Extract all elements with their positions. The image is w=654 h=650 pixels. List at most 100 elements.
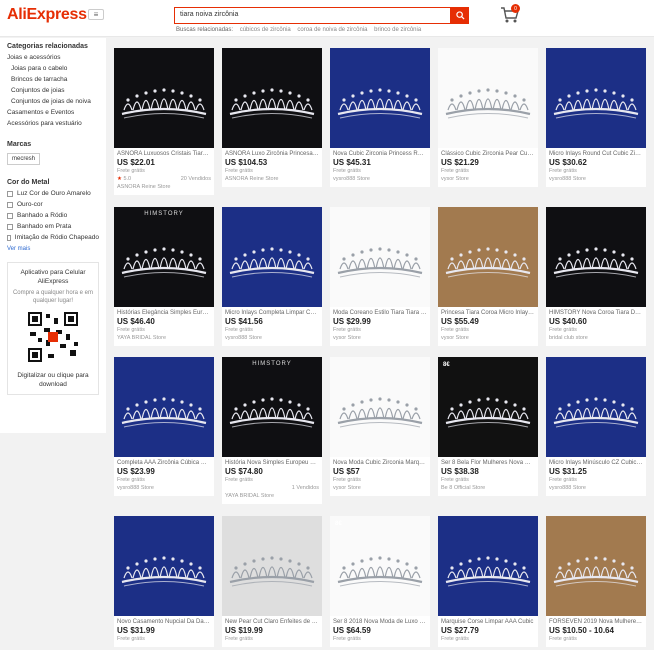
store-name[interactable]: YAYA BRIDAL Store: [114, 334, 214, 346]
related-search-link[interactable]: cúbicos de zircônia: [240, 27, 291, 33]
product-image[interactable]: [114, 357, 214, 457]
product-card[interactable]: Marquise Corse Limpar AAA Cubic US $27.79…: [438, 516, 538, 647]
product-image[interactable]: [222, 207, 322, 307]
product-image[interactable]: [438, 207, 538, 307]
store-name[interactable]: [438, 643, 538, 647]
product-image[interactable]: 8€: [438, 357, 538, 457]
store-name[interactable]: vysor Store: [330, 484, 430, 496]
categories-menu-icon[interactable]: ≡: [88, 9, 104, 20]
product-image[interactable]: [546, 48, 646, 148]
product-card[interactable]: 8€ Ser 8 2018 Nova Moda de Luxo MulheresU…: [330, 516, 430, 647]
product-image[interactable]: [222, 516, 322, 616]
product-card[interactable]: New Pear Cut Claro Enfeites de Cabelo US …: [222, 516, 322, 647]
product-title[interactable]: Ser 8 Bela Flor Mulheres Nova Olivine: [438, 457, 538, 467]
checkbox[interactable]: [7, 212, 13, 219]
product-card[interactable]: HIMSTORY História Nova Simples Europeu Co…: [222, 357, 322, 504]
product-card[interactable]: HIMSTORY Nova Coroa Tiara Da Corte US $40…: [546, 207, 646, 346]
store-name[interactable]: YAYA BRIDAL Store: [222, 492, 322, 504]
metal-color-option[interactable]: Ouro-cor: [7, 199, 99, 210]
store-name[interactable]: [330, 643, 430, 647]
product-image[interactable]: [222, 48, 322, 148]
product-image[interactable]: [114, 48, 214, 148]
product-card[interactable]: HIMSTORY Histórias Elegância Simples Euro…: [114, 207, 214, 346]
product-card[interactable]: FORSEVEN 2019 Nova Mulheres DouradoUS $1…: [546, 516, 646, 647]
store-name[interactable]: vysro888 Store: [222, 334, 322, 346]
product-title[interactable]: Nova Moda Cubic Zirconia Marquise: [330, 457, 430, 467]
see-more-link[interactable]: Ver mais: [7, 246, 99, 252]
product-title[interactable]: ASNORA Luxuosos Cristais Tiara nupcial: [114, 148, 214, 158]
product-card[interactable]: ASNORA Luxo Zircônia Princesa Coroa US $1…: [222, 48, 322, 187]
related-search-link[interactable]: brinco de zircônia: [374, 27, 421, 33]
category-link[interactable]: Joias e acessórios: [7, 52, 99, 63]
category-link[interactable]: Joias para o cabelo: [7, 63, 99, 74]
product-image[interactable]: HIMSTORY: [222, 357, 322, 457]
product-title[interactable]: Micro Inlays Completa Limpar Cubic: [222, 307, 322, 317]
store-name[interactable]: vysor Store: [438, 175, 538, 187]
product-title[interactable]: Micro Inlays Round Cut Cubic Zirconia: [546, 148, 646, 158]
category-link[interactable]: Acessórios para vestuário: [7, 118, 99, 129]
checkbox[interactable]: [7, 190, 13, 197]
product-card[interactable]: Micro Inlays Round Cut Cubic Zirconia US …: [546, 48, 646, 187]
metal-color-option[interactable]: Luz Cor de Ouro Amarelo: [7, 188, 99, 199]
product-image[interactable]: [438, 516, 538, 616]
store-name[interactable]: [222, 643, 322, 647]
metal-color-option[interactable]: Banhado em Prata: [7, 221, 99, 232]
product-card[interactable]: ASNORA Luxuosos Cristais Tiara nupcialUS…: [114, 48, 214, 195]
category-link[interactable]: Conjuntos de joias de noiva: [7, 96, 99, 107]
product-title[interactable]: Micro Inlays Minúsculo CZ Cubic Zircônia: [546, 457, 646, 467]
product-title[interactable]: Nova Cubic Zirconia Princess Royal Tiara: [330, 148, 430, 158]
product-card[interactable]: Clássico Cubic Zirconia Pear Cut Zircôni…: [438, 48, 538, 187]
product-image[interactable]: 8€: [330, 516, 430, 616]
store-name[interactable]: vysro888 Store: [546, 175, 646, 187]
product-image[interactable]: [546, 516, 646, 616]
product-image[interactable]: [114, 516, 214, 616]
product-image[interactable]: [546, 207, 646, 307]
product-title[interactable]: HIMSTORY Nova Coroa Tiara Da Corte: [546, 307, 646, 317]
product-image[interactable]: [546, 357, 646, 457]
product-title[interactable]: Marquise Corse Limpar AAA Cubic: [438, 616, 538, 626]
product-title[interactable]: História Nova Simples Europeu Coroa: [222, 457, 322, 467]
store-name[interactable]: bridal club store: [546, 334, 646, 346]
store-name[interactable]: [114, 643, 214, 647]
store-name[interactable]: Be 8 Official Store: [438, 484, 538, 496]
product-title[interactable]: New Pear Cut Claro Enfeites de Cabelo: [222, 616, 322, 626]
qr-code-icon[interactable]: [26, 310, 80, 364]
product-card[interactable]: Micro Inlays Completa Limpar Cubic US $41…: [222, 207, 322, 346]
store-name[interactable]: vysor Store: [330, 334, 430, 346]
product-title[interactable]: Histórias Elegância Simples Europeia: [114, 307, 214, 317]
store-name[interactable]: vysro888 Store: [546, 484, 646, 496]
metal-color-option[interactable]: Banhado a Ródio: [7, 210, 99, 221]
checkbox[interactable]: [7, 234, 11, 241]
checkbox[interactable]: [7, 223, 13, 230]
product-title[interactable]: Clássico Cubic Zirconia Pear Cut Zircôni…: [438, 148, 538, 158]
product-card[interactable]: Moda Coreano Estilo Tiara Tiara Luxo US $…: [330, 207, 430, 346]
related-search-link[interactable]: coroa de noiva de zircônia: [297, 27, 367, 33]
product-card[interactable]: Nova Cubic Zirconia Princess Royal Tiara…: [330, 48, 430, 187]
product-image[interactable]: [330, 207, 430, 307]
product-image[interactable]: [330, 48, 430, 148]
category-link[interactable]: Casamentos e Eventos: [7, 107, 99, 118]
search-input[interactable]: tiara noiva zircônia: [174, 7, 451, 24]
product-title[interactable]: Princesa Tiara Coroa Micro Inlays Zircôn…: [438, 307, 538, 317]
brand-filter-button[interactable]: mecresh: [7, 153, 41, 165]
product-card[interactable]: Novo Casamento Nupcial Da Dama US $31.99 F…: [114, 516, 214, 647]
product-image[interactable]: [330, 357, 430, 457]
metal-color-option[interactable]: Imitação de Ródio Chapeado: [7, 232, 99, 243]
product-title[interactable]: Novo Casamento Nupcial Da Dama: [114, 616, 214, 626]
aliexpress-logo[interactable]: AliExpress: [7, 6, 87, 24]
product-title[interactable]: Moda Coreano Estilo Tiara Tiara Luxo: [330, 307, 430, 317]
store-name[interactable]: vysro888 Store: [114, 484, 214, 496]
store-name[interactable]: [546, 643, 646, 647]
product-image[interactable]: [438, 48, 538, 148]
product-card[interactable]: Completa AAA Zircônia Cúbica Clara US $23…: [114, 357, 214, 496]
store-name[interactable]: ASNORA Reine Store: [222, 175, 322, 187]
product-title[interactable]: FORSEVEN 2019 Nova Mulheres Dourado: [546, 616, 646, 626]
product-image[interactable]: HIMSTORY: [114, 207, 214, 307]
product-title[interactable]: Ser 8 2018 Nova Moda de Luxo Mulheres: [330, 616, 430, 626]
category-link[interactable]: Brincos de tarracha: [7, 74, 99, 85]
checkbox[interactable]: [7, 201, 13, 208]
category-link[interactable]: Conjuntos de joias: [7, 85, 99, 96]
store-name[interactable]: ASNORA Reine Store: [114, 183, 214, 195]
product-card[interactable]: Princesa Tiara Coroa Micro Inlays Zircôn…: [438, 207, 538, 346]
product-card[interactable]: 8€ Ser 8 Bela Flor Mulheres Nova Olivine U…: [438, 357, 538, 496]
